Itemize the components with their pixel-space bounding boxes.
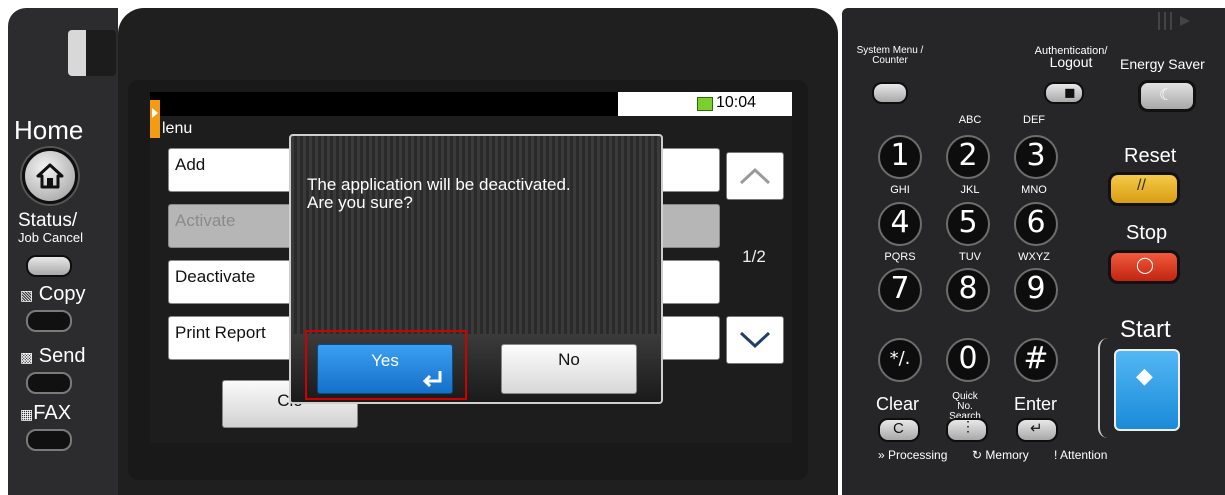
memory-led: ↻ Memory (972, 448, 1029, 462)
menu-item-label: Print Report (175, 323, 266, 342)
key-2-letters: ABC (958, 114, 982, 126)
fax-button[interactable] (26, 429, 72, 451)
home-icon (36, 163, 64, 189)
fax-label: ▦FAX (20, 402, 71, 425)
send-text: Send (38, 345, 86, 367)
key-2[interactable]: 2 (946, 135, 990, 179)
quick-line-1: Quick No. (952, 391, 978, 412)
send-icon: ▩ (20, 349, 34, 365)
reset-icon: // (1137, 177, 1146, 194)
reset-label: Reset (1124, 145, 1177, 167)
fax-icon: ▦ (20, 406, 34, 422)
clear-button[interactable]: C (878, 418, 920, 442)
processing-led: » Processing (878, 448, 947, 462)
menu-item-label: Add (175, 155, 206, 174)
dialog-message: The application will be deactivated. Are… (307, 176, 571, 212)
key-star[interactable]: */. (878, 338, 922, 382)
key-7-letters: PQRS (884, 251, 916, 263)
copy-icon: ▧ (20, 287, 34, 303)
no-button[interactable]: No (501, 344, 637, 394)
status-label-top: Status/ (18, 210, 78, 231)
energy-saver-button[interactable]: ☾ (1138, 80, 1196, 112)
send-label: ▩ Send (20, 345, 86, 368)
panel-indicator-icon (1158, 12, 1190, 30)
key-4-letters: GHI (890, 184, 910, 196)
menu-item-label: Deactivate (175, 267, 256, 286)
chevron-up-icon (739, 167, 771, 185)
touch-screen: 10:04 lenu Add Activate Deactivate Print… (150, 92, 792, 443)
start-icon: ◆ (1136, 363, 1153, 388)
system-menu-line-2: Counter (872, 55, 908, 66)
chevron-down-icon (739, 331, 771, 349)
copy-button[interactable] (26, 310, 72, 332)
enter-button[interactable]: ↵ (1016, 418, 1058, 442)
auth-line-2: Logout (1049, 54, 1093, 70)
menu-item-label: Activate (175, 211, 236, 230)
enter-label: Enter (1014, 394, 1058, 414)
start-button[interactable]: ◆ (1114, 349, 1180, 431)
copy-label: ▧ Copy (20, 283, 86, 306)
grid-icon: ⋮ (961, 418, 975, 434)
memory-text: Memory (985, 448, 1029, 462)
page-indicator: 1/2 (742, 247, 766, 266)
panel-grip (68, 30, 116, 76)
status-label-bottom: Job Cancel (18, 230, 84, 245)
clock: 10:04 (716, 94, 757, 111)
scroll-up-button[interactable] (726, 152, 784, 200)
key-9-letters: WXYZ (1018, 251, 1050, 263)
system-menu-button[interactable] (872, 82, 908, 104)
key-7[interactable]: 7 (878, 268, 922, 312)
reset-button[interactable]: // (1108, 172, 1180, 206)
fax-text: FAX (33, 402, 72, 424)
key-1[interactable]: 1 (878, 135, 922, 179)
logout-button[interactable]: ◼ (1044, 82, 1084, 104)
stop-button[interactable]: ◯ (1108, 250, 1180, 284)
clear-label: Clear (876, 394, 920, 414)
printer-panel: Home Status/ Job Cancel ▧ Copy ▩ Send ▦F… (0, 0, 1225, 495)
device-status-icon (697, 97, 713, 111)
key-8-letters: TUV (959, 251, 981, 263)
stop-label: Stop (1126, 222, 1168, 244)
key-6-letters: MNO (1021, 184, 1047, 196)
menu-tab-marker-icon[interactable] (150, 100, 160, 138)
attention-text: Attention (1060, 448, 1108, 462)
copy-text: Copy (38, 283, 86, 305)
home-label: Home (14, 115, 84, 145)
system-menu-label: System Menu / Counter (850, 46, 930, 66)
energy-saver-label: Energy Saver (1120, 56, 1205, 72)
key-8[interactable]: 8 (946, 268, 990, 312)
clear-icon: C (893, 420, 904, 437)
dialog-line-1: The application will be deactivated. (307, 175, 571, 194)
home-button[interactable] (22, 148, 78, 204)
highlight-annotation (305, 330, 467, 400)
key-5[interactable]: 5 (946, 202, 990, 246)
attention-led: ! Attention (1054, 448, 1107, 462)
processing-text: Processing (888, 448, 948, 462)
processing-icon: » (878, 448, 885, 462)
stop-icon: ◯ (1136, 257, 1154, 274)
dialog-line-2: Are you sure? (307, 193, 413, 212)
key-3-letters: DEF (1023, 114, 1045, 126)
key-4[interactable]: 4 (878, 202, 922, 246)
scroll-column: 1/2 (726, 152, 784, 364)
status-job-cancel-label: Status/ Job Cancel (18, 210, 84, 246)
key-9[interactable]: 9 (1014, 268, 1058, 312)
authentication-label: Authentication/ Logout (1026, 46, 1116, 70)
quick-search-button[interactable]: ⋮ (946, 418, 988, 442)
scroll-down-button[interactable] (726, 316, 784, 364)
key-5-letters: JKL (960, 184, 980, 196)
lock-icon: ◼ (1064, 84, 1076, 100)
send-button[interactable] (26, 372, 72, 394)
status-job-cancel-button[interactable] (26, 255, 72, 277)
key-3[interactable]: 3 (1014, 135, 1058, 179)
attention-icon: ! (1054, 448, 1058, 462)
key-0[interactable]: 0 (946, 338, 990, 382)
moon-icon: ☾ (1159, 87, 1174, 104)
key-hash[interactable]: # (1014, 338, 1058, 382)
memory-icon: ↻ (972, 448, 983, 462)
menu-title: lenu (162, 120, 193, 137)
key-6[interactable]: 6 (1014, 202, 1058, 246)
enter-key-icon: ↵ (1030, 420, 1043, 437)
